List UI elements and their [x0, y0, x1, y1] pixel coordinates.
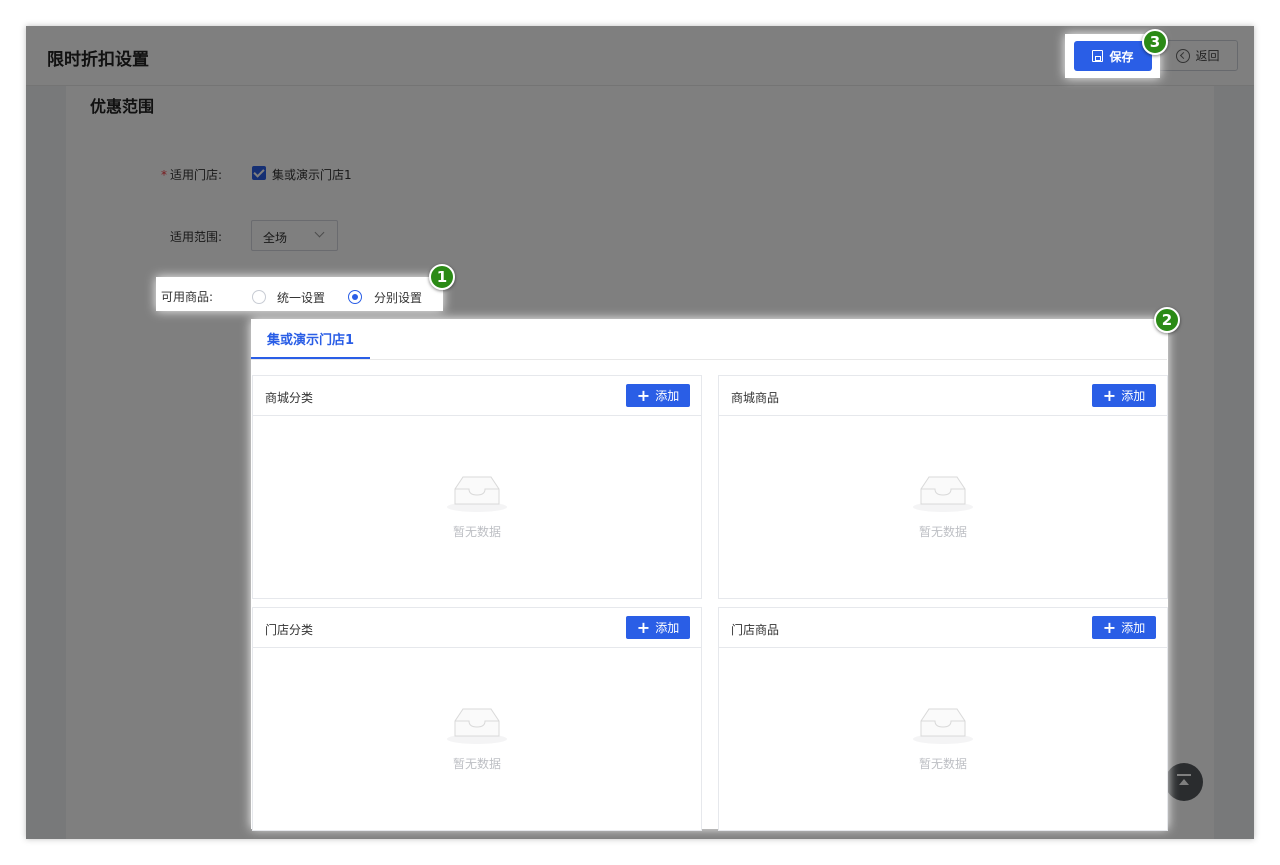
panel-title: 商城分类 [265, 391, 314, 405]
empty-box-icon [447, 476, 507, 512]
empty-text: 暂无数据 [452, 525, 501, 539]
save-button[interactable]: 保存 [1074, 41, 1152, 71]
add-store-category-button[interactable]: + 添加 [626, 616, 690, 639]
goods-label: 可用商品: [161, 290, 214, 304]
radio-unified[interactable] [252, 290, 266, 304]
empty-text: 暂无数据 [452, 757, 501, 771]
store-goods-section: 集或演示门店1 商城分类 + 添加 暂无数据 商城商品 + 添加 暂无数据 门店分类… [251, 319, 1168, 831]
radio-separate[interactable] [348, 290, 362, 304]
panel-header: 商城分类 + 添加 [253, 376, 701, 416]
step-marker-2: 2 [1154, 307, 1180, 333]
radio-separate-label: 分别设置 [374, 291, 423, 305]
panel-title: 门店分类 [265, 623, 314, 637]
panel-header: 门店分类 + 添加 [253, 608, 701, 648]
save-icon [1092, 50, 1104, 62]
tab-divider [251, 359, 1167, 360]
panel-mall-category: 商城分类 + 添加 暂无数据 [252, 375, 702, 599]
radio-unified-label: 统一设置 [277, 291, 326, 305]
save-button-label: 保存 [1109, 49, 1134, 64]
panel-header: 商城商品 + 添加 [719, 376, 1167, 416]
add-store-goods-button[interactable]: + 添加 [1092, 616, 1156, 639]
step-marker-1: 1 [429, 264, 455, 290]
empty-box-icon [913, 476, 973, 512]
add-mall-goods-button[interactable]: + 添加 [1092, 384, 1156, 407]
empty-text: 暂无数据 [918, 525, 967, 539]
goods-setting-row: 可用商品: 统一设置 分别设置 [156, 277, 443, 311]
panel-mall-goods: 商城商品 + 添加 暂无数据 [718, 375, 1168, 599]
empty-box-icon [447, 708, 507, 744]
plus-icon: + [636, 617, 651, 637]
panel-header: 门店商品 + 添加 [719, 608, 1167, 648]
plus-icon: + [1102, 385, 1117, 405]
add-mall-category-button[interactable]: + 添加 [626, 384, 690, 407]
panel-title: 商城商品 [731, 391, 780, 405]
panel-store-category: 门店分类 + 添加 暂无数据 [252, 607, 702, 831]
app-frame: 限时折扣设置 返回 优惠范围 *适用门店: 集或演示门店1 适用范围: 全场 可… [26, 26, 1254, 839]
panel-title: 门店商品 [731, 623, 780, 637]
plus-icon: + [1102, 617, 1117, 637]
tab-store-1[interactable]: 集或演示门店1 [251, 319, 370, 359]
empty-box-icon [913, 708, 973, 744]
empty-text: 暂无数据 [918, 757, 967, 771]
panel-store-goods: 门店商品 + 添加 暂无数据 [718, 607, 1168, 831]
plus-icon: + [636, 385, 651, 405]
step-marker-3: 3 [1142, 29, 1168, 55]
